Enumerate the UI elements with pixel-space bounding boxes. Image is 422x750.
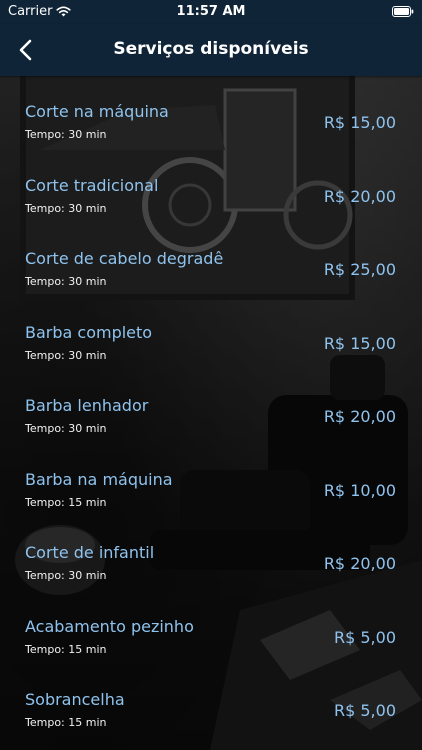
service-price: R$ 5,00 bbox=[333, 627, 396, 647]
battery-icon bbox=[392, 6, 414, 17]
service-item-corte-infantil[interactable]: Corte de infantil Tempo: 30 min R$ 20,00 bbox=[0, 517, 422, 591]
service-item-barba-na-maquina[interactable]: Barba na máquina Tempo: 15 min R$ 10,00 bbox=[0, 444, 422, 518]
service-price: R$ 20,00 bbox=[323, 554, 396, 573]
service-name: Corte de infantil bbox=[25, 543, 155, 562]
service-name: Acabamento pezinho bbox=[25, 616, 194, 636]
service-name: Corte de cabelo degradê bbox=[25, 249, 224, 268]
service-name: Corte na máquina bbox=[25, 102, 169, 121]
page-title: Serviços disponíveis bbox=[113, 39, 309, 59]
service-duration: Tempo: 30 min bbox=[25, 201, 107, 215]
service-item-acabamento-pezinho[interactable]: Acabamento pezinho Tempo: 15 min R$ 5,00 bbox=[0, 591, 422, 665]
service-price: R$ 15,00 bbox=[323, 333, 396, 353]
service-item-barba-lenhador[interactable]: Barba lenhador Tempo: 30 min R$ 20,00 bbox=[0, 370, 422, 444]
service-item-corte-na-maquina[interactable]: Corte na máquina Tempo: 30 min R$ 15,00 bbox=[0, 76, 422, 150]
service-price: R$ 25,00 bbox=[323, 260, 396, 279]
service-name: Barba completo bbox=[25, 322, 153, 342]
service-name: Corte tradicional bbox=[25, 175, 159, 195]
service-duration: Tempo: 30 min bbox=[25, 128, 107, 141]
services-list: Corte na máquina Tempo: 30 min R$ 15,00 … bbox=[0, 76, 422, 750]
navigation-bar: Serviços disponíveis bbox=[0, 24, 422, 76]
service-item-sobrancelha[interactable]: Sobrancelha Tempo: 15 min R$ 5,00 bbox=[0, 664, 422, 738]
service-price: R$ 15,00 bbox=[323, 113, 396, 132]
service-name: Barba lenhador bbox=[25, 396, 149, 415]
service-price: R$ 20,00 bbox=[323, 186, 396, 206]
service-duration: Tempo: 15 min bbox=[25, 716, 107, 729]
service-duration: Tempo: 30 min bbox=[25, 422, 107, 435]
service-price: R$ 20,00 bbox=[323, 407, 396, 426]
service-price: R$ 10,00 bbox=[323, 480, 396, 500]
service-name: Barba na máquina bbox=[25, 469, 173, 489]
service-duration: Tempo: 30 min bbox=[25, 348, 107, 362]
service-name: Sobrancelha bbox=[25, 690, 125, 709]
service-price: R$ 5,00 bbox=[333, 701, 396, 720]
service-item-corte-degrade[interactable]: Corte de cabelo degradê Tempo: 30 min R$… bbox=[0, 223, 422, 297]
status-time: 11:57 AM bbox=[176, 4, 246, 19]
service-duration: Tempo: 15 min bbox=[25, 495, 107, 509]
service-duration: Tempo: 30 min bbox=[25, 569, 107, 582]
service-item-barba-completo[interactable]: Barba completo Tempo: 30 min R$ 15,00 bbox=[0, 297, 422, 371]
service-duration: Tempo: 30 min bbox=[25, 275, 107, 288]
service-item-corte-tradicional[interactable]: Corte tradicional Tempo: 30 min R$ 20,00 bbox=[0, 150, 422, 224]
service-duration: Tempo: 15 min bbox=[25, 642, 107, 656]
status-bar: Carrier 11:57 AM bbox=[0, 0, 422, 24]
